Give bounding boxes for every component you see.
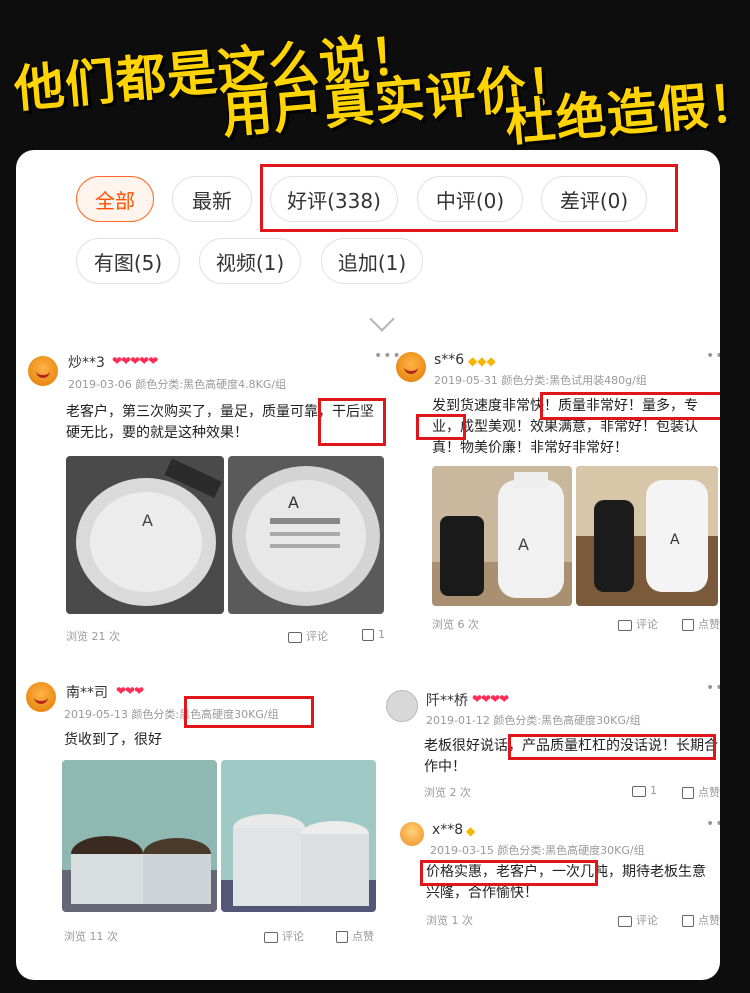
comment-button[interactable]: 评论 bbox=[618, 912, 658, 928]
like-label: 点赞 bbox=[352, 930, 374, 943]
reviewer-name: 南**司 bbox=[66, 685, 108, 701]
comment-button[interactable]: 评论 bbox=[264, 928, 304, 944]
member-badge: ◆◆◆ bbox=[468, 354, 496, 368]
resin-cans-image bbox=[221, 760, 376, 912]
review-photo[interactable] bbox=[62, 760, 217, 912]
review-card: 南**司 ❤❤❤ 2019-05-13 颜色分类:黑色高硬度30KG/组 货收到… bbox=[16, 668, 386, 968]
comment-icon bbox=[288, 631, 302, 643]
highlight-box-review-2a bbox=[540, 392, 720, 420]
view-count: 浏览 11 次 bbox=[64, 930, 118, 943]
review-meta: 2019-05-31 颜色分类:黑色试用装480g/组 bbox=[434, 374, 647, 387]
member-badge: ❤❤❤❤❤ bbox=[112, 354, 158, 368]
review-card: 炒**3 ❤❤❤❤❤ ••• 2019-03-06 颜色分类:黑色高硬度4.8K… bbox=[16, 342, 401, 652]
review-meta: 2019-03-06 颜色分类:黑色高硬度4.8KG/组 bbox=[68, 378, 287, 391]
comment-button[interactable]: 评论 bbox=[288, 628, 328, 644]
like-label: 点赞 bbox=[698, 914, 720, 927]
expand-chevron-icon[interactable] bbox=[369, 306, 395, 332]
svg-text:A: A bbox=[518, 535, 529, 554]
highlight-box-review-1 bbox=[318, 398, 386, 446]
comment-label: 评论 bbox=[636, 914, 658, 927]
reviewer-name: 阡**桥 bbox=[426, 693, 468, 709]
like-button[interactable]: 1 bbox=[362, 628, 385, 641]
like-label: 点赞 bbox=[698, 786, 720, 799]
review-card: 阡**桥 ❤❤❤❤ ••• 2019-01-12 颜色分类:黑色高硬度30KG/… bbox=[386, 680, 720, 810]
more-icon[interactable]: ••• bbox=[706, 348, 720, 364]
resin-bottles-image: A bbox=[432, 466, 572, 606]
thumbs-up-icon bbox=[682, 619, 694, 631]
avatar[interactable] bbox=[400, 822, 424, 846]
more-icon[interactable]: ••• bbox=[706, 816, 720, 832]
view-count: 浏览 6 次 bbox=[432, 618, 479, 631]
like-label: 点赞 bbox=[698, 618, 720, 631]
paint-bucket-image: A bbox=[228, 456, 384, 614]
member-badge: ❤❤❤❤ bbox=[472, 692, 509, 706]
reviewer-name: x**8 bbox=[432, 822, 464, 838]
resin-bottles-image: A bbox=[576, 466, 718, 606]
member-badge: ◆ bbox=[466, 824, 476, 838]
paint-bucket-image: A bbox=[66, 456, 224, 614]
member-badge: ❤❤❤ bbox=[116, 684, 144, 698]
review-photo[interactable]: A bbox=[432, 466, 572, 606]
reviewer-name: s**6 bbox=[434, 352, 465, 368]
svg-text:A: A bbox=[670, 532, 680, 548]
comment-label: 评论 bbox=[282, 930, 304, 943]
review-photo[interactable]: A bbox=[228, 456, 384, 614]
highlight-box-review-5 bbox=[420, 860, 598, 886]
like-button[interactable]: 点赞 bbox=[682, 912, 720, 928]
avatar[interactable] bbox=[386, 690, 418, 722]
highlight-box-review-2b bbox=[416, 414, 466, 440]
filter-latest[interactable]: 最新 bbox=[172, 176, 252, 222]
like-label: 1 bbox=[378, 628, 385, 641]
highlight-box-review-4 bbox=[508, 734, 716, 760]
more-icon[interactable]: ••• bbox=[706, 680, 720, 696]
comment-button[interactable]: 评论 bbox=[618, 616, 658, 632]
highlight-box-filters bbox=[260, 164, 678, 232]
comment-button[interactable]: 1 bbox=[632, 784, 657, 797]
thumbs-up-icon bbox=[362, 629, 374, 641]
avatar[interactable] bbox=[26, 682, 56, 712]
like-button[interactable]: 点赞 bbox=[682, 616, 720, 632]
like-button[interactable]: 点赞 bbox=[336, 928, 374, 944]
reviewer-name: 炒**3 bbox=[68, 355, 105, 371]
comment-icon bbox=[618, 619, 632, 631]
svg-text:A: A bbox=[288, 493, 299, 512]
review-photo[interactable]: A bbox=[576, 466, 718, 606]
review-text: 货收到了，很好 bbox=[64, 732, 162, 748]
comment-label: 1 bbox=[650, 784, 657, 797]
review-card: x**8 ◆ ••• 2019-03-15 颜色分类:黑色高硬度30KG/组 价… bbox=[386, 816, 720, 936]
avatar[interactable] bbox=[396, 352, 426, 382]
like-button[interactable]: 点赞 bbox=[682, 784, 720, 800]
view-count: 浏览 21 次 bbox=[66, 630, 120, 643]
view-count: 浏览 1 次 bbox=[426, 914, 473, 927]
comment-label: 评论 bbox=[306, 630, 328, 643]
reviews-card: 全部 最新 好评(338) 中评(0) 差评(0) 有图(5) 视频(1) 追加… bbox=[16, 150, 720, 980]
review-card: s**6 ◆◆◆ ••• 2019-05-31 颜色分类:黑色试用装480g/组… bbox=[386, 342, 720, 642]
highlight-box-review-3 bbox=[184, 696, 314, 728]
thumbs-up-icon bbox=[682, 915, 694, 927]
comment-icon bbox=[632, 785, 646, 797]
resin-cans-image bbox=[62, 760, 217, 912]
review-meta: 2019-03-15 颜色分类:黑色高硬度30KG/组 bbox=[430, 844, 645, 857]
thumbs-up-icon bbox=[682, 787, 694, 799]
review-photo[interactable]: A bbox=[66, 456, 224, 614]
view-count: 浏览 2 次 bbox=[424, 786, 471, 799]
review-photo[interactable] bbox=[221, 760, 376, 912]
thumbs-up-icon bbox=[336, 931, 348, 943]
filter-followup[interactable]: 追加(1) bbox=[321, 238, 423, 284]
filter-video[interactable]: 视频(1) bbox=[199, 238, 301, 284]
promo-header: 他们都是这么说！ 用户真实评价！ 杜绝造假！ bbox=[0, 0, 750, 153]
filter-all[interactable]: 全部 bbox=[76, 176, 154, 222]
comment-label: 评论 bbox=[636, 618, 658, 631]
review-meta: 2019-01-12 颜色分类:黑色高硬度30KG/组 bbox=[426, 714, 641, 727]
svg-text:A: A bbox=[142, 511, 153, 530]
avatar[interactable] bbox=[28, 356, 58, 386]
comment-icon bbox=[618, 915, 632, 927]
comment-icon bbox=[264, 931, 278, 943]
filter-with-images[interactable]: 有图(5) bbox=[76, 238, 180, 284]
